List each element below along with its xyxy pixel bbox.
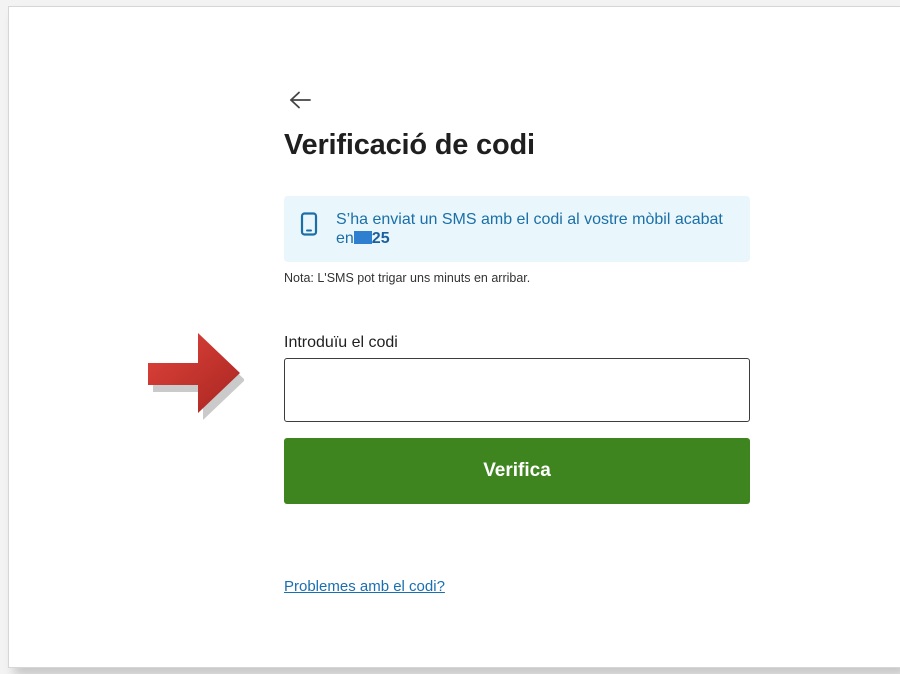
sms-info-box: S’ha enviat un SMS amb el codi al vostre… [284, 196, 750, 262]
masked-number [353, 231, 372, 244]
sms-delay-note: Nota: L'SMS pot trigar uns minuts en arr… [284, 271, 531, 285]
back-button[interactable] [287, 87, 313, 113]
sms-info-message: S’ha enviat un SMS amb el codi al vostre… [336, 211, 723, 247]
arrow-left-icon [290, 91, 311, 109]
verify-button[interactable]: Verifica [284, 438, 750, 504]
sms-info-text: S’ha enviat un SMS amb el codi al vostre… [336, 210, 736, 248]
phone-last-digits: 25 [371, 230, 390, 247]
verification-page: Verificació de codi S’ha enviat un SMS a… [8, 6, 900, 668]
code-problems-link[interactable]: Problemes amb el codi? [284, 578, 445, 595]
page-title: Verificació de codi [284, 129, 535, 161]
mobile-phone-icon [300, 212, 318, 236]
code-input[interactable] [284, 358, 750, 422]
code-field-label: Introduïu el codi [284, 334, 398, 351]
red-arrow-icon [148, 333, 244, 420]
